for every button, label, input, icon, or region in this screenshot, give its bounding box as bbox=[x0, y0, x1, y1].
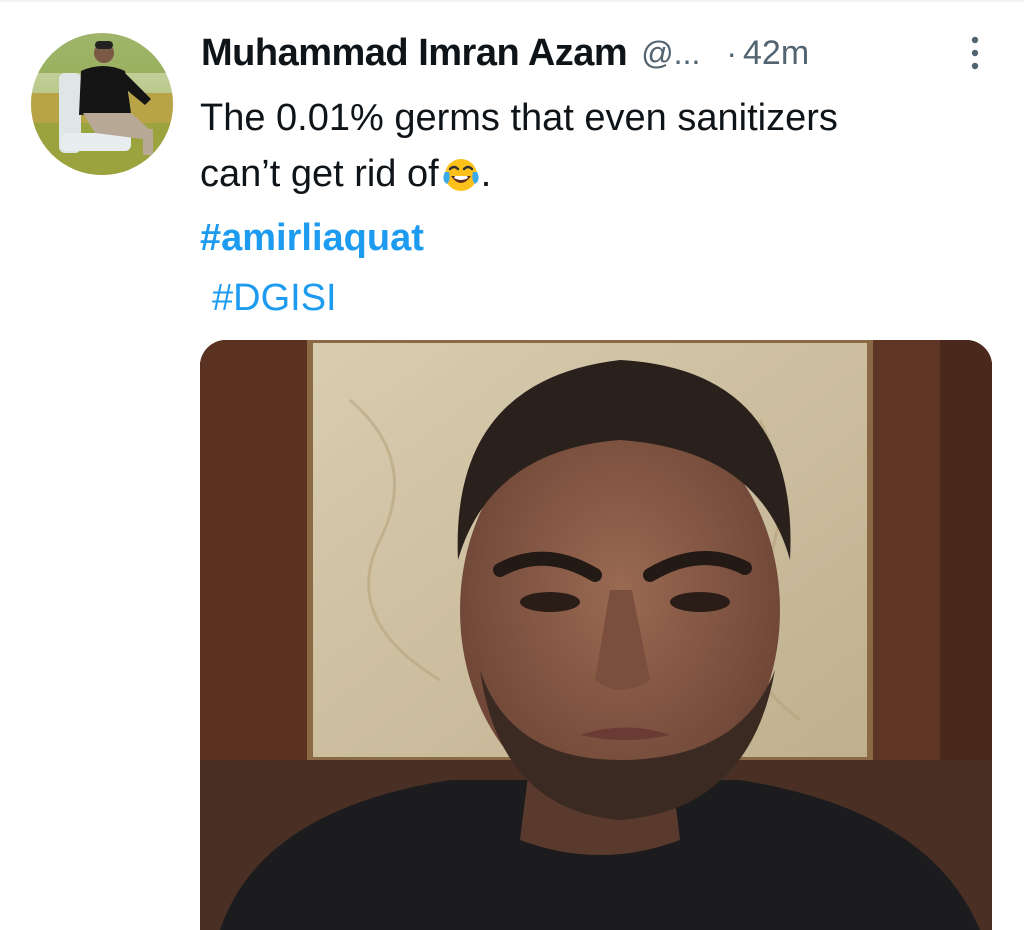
tweet-card[interactable]: Muhammad Imran Azam @... · 42m The 0.01%… bbox=[0, 0, 1024, 930]
tweet-text-line-2: can’t get rid of . bbox=[200, 146, 1000, 202]
avatar-photo bbox=[31, 33, 173, 175]
tweet-header: Muhammad Imran Azam @... · 42m bbox=[201, 22, 991, 84]
divider bbox=[0, 0, 1024, 2]
separator-dot: · bbox=[726, 34, 737, 71]
tweet-media-image[interactable] bbox=[200, 340, 992, 930]
tweet-photo bbox=[200, 340, 992, 930]
timestamp[interactable]: 42m bbox=[743, 34, 809, 73]
avatar[interactable] bbox=[31, 33, 173, 175]
hashtag-link-dgisi[interactable]: #DGISI bbox=[212, 272, 337, 324]
author-display-name[interactable]: Muhammad Imran Azam bbox=[201, 32, 628, 75]
tweet-text: The 0.01% germs that even sanitizers can… bbox=[200, 90, 1000, 202]
more-vertical-icon bbox=[971, 36, 979, 70]
tweet-text-line-2-content: can’t get rid of bbox=[200, 153, 439, 195]
hashtag-link-amirliaquat[interactable]: #amirliaquat bbox=[200, 212, 424, 264]
tweet-text-period: . bbox=[480, 153, 492, 195]
tweet-text-line-1: The 0.01% germs that even sanitizers bbox=[200, 97, 838, 139]
author-handle[interactable]: @... bbox=[641, 35, 700, 72]
face-with-tears-of-joy-icon bbox=[443, 159, 479, 191]
more-button[interactable] bbox=[965, 34, 985, 72]
